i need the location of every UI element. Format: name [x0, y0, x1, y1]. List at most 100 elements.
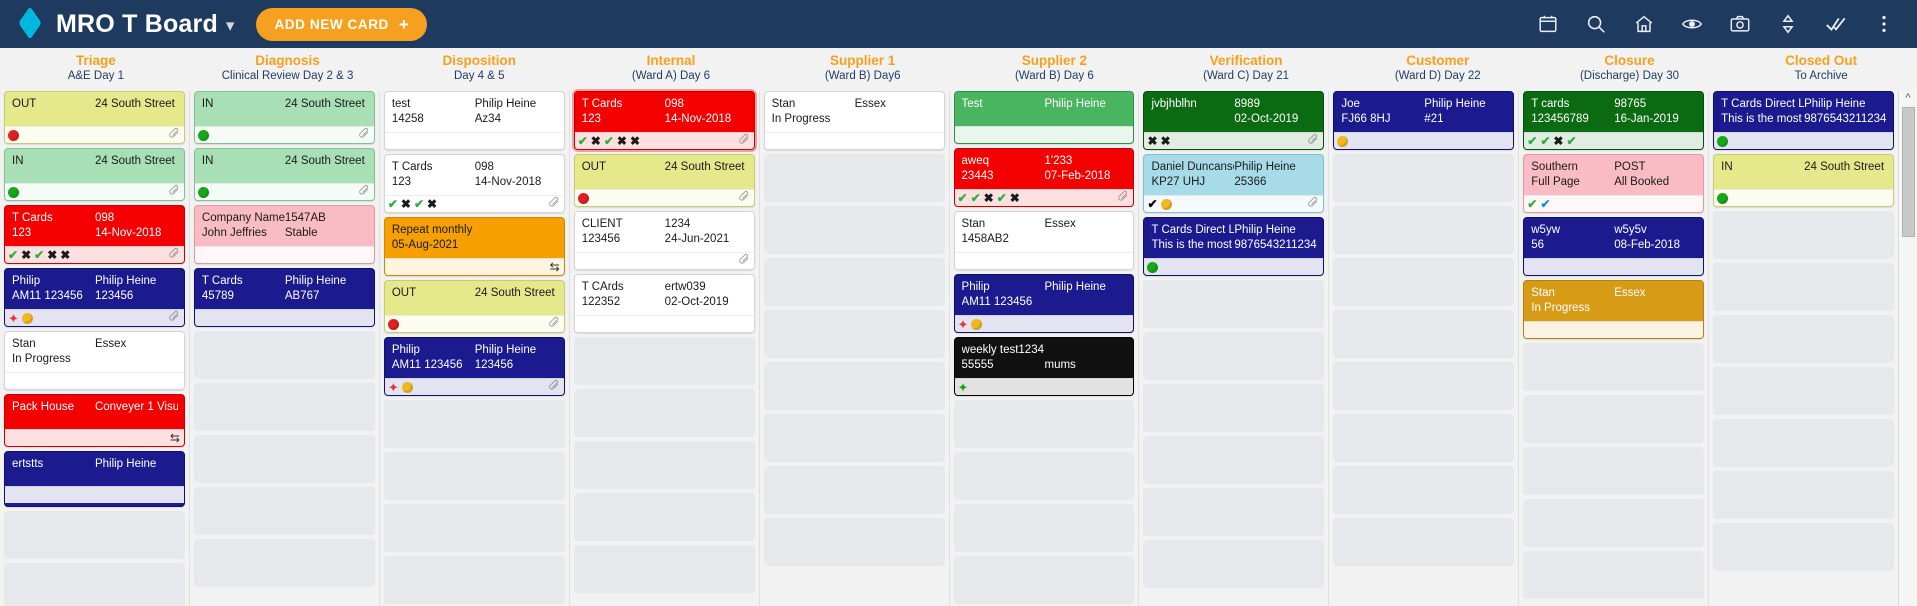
- black-cross-icon[interactable]: ✖: [630, 135, 640, 147]
- camera-icon[interactable]: [1729, 13, 1751, 35]
- red-star-icon[interactable]: ✦: [958, 318, 969, 331]
- empty-card-slot[interactable]: [1523, 447, 1705, 495]
- task-card[interactable]: OUT 24 South Street: [573, 154, 755, 207]
- empty-card-slot[interactable]: [1143, 384, 1325, 432]
- yellow-status-dot-icon[interactable]: [1337, 135, 1349, 147]
- attachment-clip-icon[interactable]: [738, 252, 750, 269]
- scrollbar-thumb[interactable]: [1901, 107, 1915, 237]
- blue-check-icon[interactable]: ✔: [1540, 198, 1550, 210]
- empty-card-slot[interactable]: [1713, 523, 1895, 571]
- green-check-icon[interactable]: ✔: [1527, 198, 1537, 210]
- black-cross-icon[interactable]: ✖: [1010, 192, 1020, 204]
- task-card[interactable]: T CArds ertw039 122352 02-Oct-2019: [573, 274, 755, 333]
- green-status-dot-icon[interactable]: [8, 186, 19, 198]
- task-card[interactable]: T Cards Philip Heine 45789 AB767: [193, 268, 375, 327]
- attachment-clip-icon[interactable]: [358, 183, 370, 200]
- black-cross-icon[interactable]: ✖: [21, 249, 31, 261]
- chevron-down-icon[interactable]: ▾: [226, 17, 235, 34]
- yellow-status-dot-icon[interactable]: [1160, 198, 1172, 210]
- empty-card-slot[interactable]: [763, 466, 945, 514]
- empty-card-slot[interactable]: [573, 545, 755, 593]
- task-card[interactable]: Philip Philip Heine AM11 123456 123456 ✦: [4, 268, 185, 327]
- empty-card-slot[interactable]: [383, 400, 565, 448]
- empty-card-slot[interactable]: [1143, 280, 1325, 328]
- task-card[interactable]: T cards 98765 123456789 16-Jan-2019 ✔ ✔ ✖ ✔: [1523, 91, 1705, 150]
- task-card[interactable]: T Cards 098 123 14-Nov-2018 ✔ ✖ ✔ ✖ ✖: [573, 91, 755, 150]
- empty-card-slot[interactable]: [763, 206, 945, 254]
- task-card[interactable]: CLIENT 1234 123456 24-Jun-2021: [573, 211, 755, 270]
- empty-card-slot[interactable]: [763, 310, 945, 358]
- task-card[interactable]: Joe Philip Heine FJ66 8HJ #21: [1333, 91, 1515, 150]
- empty-card-slot[interactable]: [1523, 499, 1705, 547]
- empty-card-slot[interactable]: [763, 154, 945, 202]
- empty-card-slot[interactable]: [4, 511, 185, 559]
- green-check-icon[interactable]: ✔: [578, 135, 588, 147]
- empty-card-slot[interactable]: [573, 441, 755, 489]
- empty-card-slot[interactable]: [1333, 310, 1515, 358]
- green-status-dot-icon[interactable]: [1717, 192, 1729, 204]
- task-card[interactable]: Southern POST Full Page All Booked ✔ ✔: [1523, 154, 1705, 213]
- attachment-clip-icon[interactable]: [548, 378, 560, 395]
- task-card[interactable]: Company Name 1547AB John Jeffries Stable: [193, 205, 375, 264]
- attachment-clip-icon[interactable]: [1307, 195, 1319, 212]
- add-new-card-button[interactable]: ADD NEW CARD +: [256, 7, 428, 41]
- task-card[interactable]: T Cards 098 123 14-Nov-2018 ✔ ✖ ✔ ✖: [383, 154, 565, 213]
- empty-card-slot[interactable]: [193, 539, 375, 587]
- task-card[interactable]: Test Philip Heine: [953, 91, 1135, 144]
- task-card[interactable]: w5yw w5y5v 56 08-Feb-2018: [1523, 217, 1705, 276]
- empty-card-slot[interactable]: [193, 435, 375, 483]
- attachment-clip-icon[interactable]: [168, 246, 180, 263]
- task-card[interactable]: OUT 24 South Street: [383, 280, 565, 333]
- task-card[interactable]: OUT 24 South Street: [4, 91, 185, 144]
- empty-card-slot[interactable]: [1143, 436, 1325, 484]
- black-cross-icon[interactable]: ✖: [60, 249, 70, 261]
- black-cross-icon[interactable]: ✖: [617, 135, 627, 147]
- green-check-icon[interactable]: ✔: [414, 198, 424, 210]
- yellow-status-dot-icon[interactable]: [971, 318, 983, 330]
- green-status-dot-icon[interactable]: [1147, 261, 1159, 273]
- attachment-clip-icon[interactable]: [738, 189, 750, 206]
- task-card[interactable]: IN 24 South Street: [193, 148, 375, 201]
- empty-card-slot[interactable]: [763, 258, 945, 306]
- empty-card-slot[interactable]: [4, 563, 185, 606]
- attachment-clip-icon[interactable]: [168, 183, 180, 200]
- empty-card-slot[interactable]: [1713, 419, 1895, 467]
- green-star-icon[interactable]: ✦: [958, 381, 969, 394]
- empty-card-slot[interactable]: [573, 493, 755, 541]
- empty-card-slot[interactable]: [1333, 414, 1515, 462]
- empty-card-slot[interactable]: [1333, 362, 1515, 410]
- task-card[interactable]: jvbjhblhn 8989 02-Oct-2019 ✖ ✖: [1143, 91, 1325, 150]
- green-status-dot-icon[interactable]: [197, 129, 209, 141]
- task-card[interactable]: Daniel DuncansonPhilip HeineKP27 UHJ2536…: [1143, 154, 1325, 213]
- empty-card-slot[interactable]: [1143, 488, 1325, 536]
- empty-card-slot[interactable]: [1333, 206, 1515, 254]
- attachment-clip-icon[interactable]: [168, 126, 180, 143]
- attachment-clip-icon[interactable]: [548, 195, 560, 212]
- task-card[interactable]: Stan Essex In Progress: [4, 331, 185, 390]
- yellow-status-dot-icon[interactable]: [401, 381, 413, 393]
- black-check-icon[interactable]: ✔: [1147, 198, 1157, 210]
- attachment-clip-icon[interactable]: [548, 315, 560, 332]
- green-check-icon[interactable]: ✔: [1566, 135, 1576, 147]
- task-card[interactable]: aweq 1'233 23443 07-Feb-2018 ✔ ✔ ✖ ✔ ✖: [953, 148, 1135, 207]
- green-check-icon[interactable]: ✔: [958, 192, 968, 204]
- green-check-icon[interactable]: ✔: [971, 192, 981, 204]
- empty-card-slot[interactable]: [953, 452, 1135, 500]
- task-card[interactable]: Repeat monthly 05-Aug-2021 ⇆: [383, 217, 565, 276]
- attachment-clip-icon[interactable]: [738, 132, 750, 149]
- green-check-icon[interactable]: ✔: [604, 135, 614, 147]
- green-check-icon[interactable]: ✔: [388, 198, 398, 210]
- empty-card-slot[interactable]: [193, 383, 375, 431]
- task-card[interactable]: Stan Essex In Progress: [1523, 280, 1705, 339]
- recurring-icon[interactable]: ⇆: [170, 431, 180, 445]
- red-star-icon[interactable]: ✦: [388, 381, 399, 394]
- vertical-scrollbar[interactable]: ^: [1898, 91, 1917, 606]
- empty-card-slot[interactable]: [1713, 211, 1895, 259]
- black-cross-icon[interactable]: ✖: [1553, 135, 1563, 147]
- empty-card-slot[interactable]: [1713, 315, 1895, 363]
- empty-card-slot[interactable]: [1143, 332, 1325, 380]
- black-cross-icon[interactable]: ✖: [427, 198, 437, 210]
- green-check-icon[interactable]: ✔: [34, 249, 44, 261]
- empty-card-slot[interactable]: [573, 389, 755, 437]
- empty-card-slot[interactable]: [193, 487, 375, 535]
